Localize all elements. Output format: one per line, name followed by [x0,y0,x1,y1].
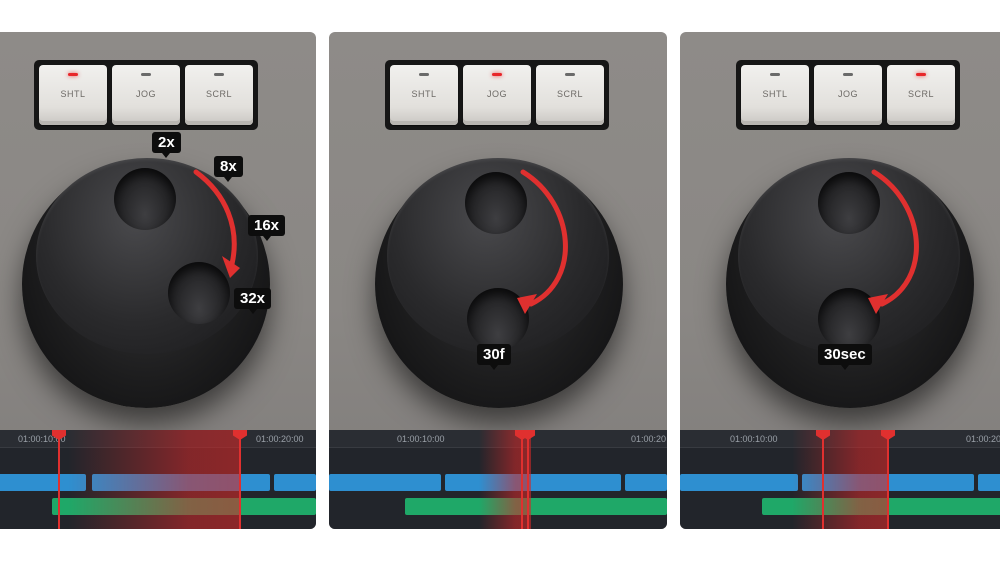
speed-label-8x: 8x [214,156,243,182]
playhead-marker-icon[interactable] [58,430,60,529]
jog-mode-panel: SHTL JOG SCRL 30f 01:00:10:00 01:00:20 [329,32,667,529]
shuttle-motion-glow [68,430,240,529]
playhead-marker-icon[interactable] [527,430,529,529]
timecode: 01:00:20:00 [256,434,304,444]
video-clip[interactable] [680,474,798,491]
speed-label-32x: 32x [234,288,272,314]
scroll-motion-glow [792,430,888,529]
playhead-marker-icon[interactable] [521,430,523,529]
video-clip[interactable] [978,474,1000,491]
timecode: 01:00:10:00 [730,434,778,444]
timecode: 01:00:20 [966,434,1000,444]
timecode: 01:00:20 [631,434,667,444]
scroll-mode-panel: SHTL JOG SCRL 30sec 01:00:10:00 01:00:20 [680,32,1000,529]
speed-label-16x: 16x [248,215,286,241]
video-clip[interactable] [445,474,621,491]
speed-label-2x: 2x [152,132,181,158]
playhead-marker-icon[interactable] [887,430,889,529]
video-clip[interactable] [625,474,667,491]
timeline[interactable]: 01:00:10:00 01:00:20:00 [0,430,316,529]
shuttle-mode-panel: SHTL JOG SCRL 2x 8x 16x 32x 01:00:10:00 … [0,32,316,529]
jog-amount-label: 30f [477,344,511,370]
timeline[interactable]: 01:00:10:00 01:00:20 [680,430,1000,529]
scroll-amount-label: 30sec [818,344,872,370]
video-clip[interactable] [329,474,441,491]
playhead-marker-icon[interactable] [822,430,824,529]
audio-clip[interactable] [405,498,667,515]
timeline[interactable]: 01:00:10:00 01:00:20 [329,430,667,529]
video-clip[interactable] [274,474,316,491]
jog-motion-glow [479,430,531,529]
timecode: 01:00:10:00 [397,434,445,444]
playhead-marker-icon[interactable] [239,430,241,529]
